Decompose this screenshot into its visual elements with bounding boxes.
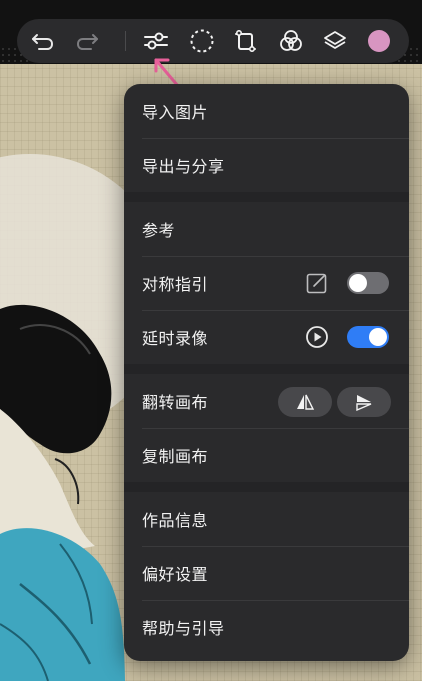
actions-menu: 导入图片 导出与分享 参考 对称指引 延时录像 翻转画布 复制画布 作品信息 偏… xyxy=(124,84,409,661)
toolbar-divider xyxy=(125,31,126,51)
menu-item-label: 偏好设置 xyxy=(142,565,209,584)
timelapse-record-toggle[interactable] xyxy=(347,326,389,348)
menu-group-divider xyxy=(124,192,409,202)
menu-item-label: 复制画布 xyxy=(142,447,209,466)
flip-horizontal-icon xyxy=(297,394,315,410)
menu-group-divider xyxy=(124,364,409,374)
blend-button[interactable] xyxy=(273,19,309,63)
menu-item-reference[interactable]: 参考 xyxy=(124,202,409,256)
menu-item-label: 导入图片 xyxy=(142,103,209,122)
menu-item-preferences[interactable]: 偏好设置 xyxy=(124,546,409,600)
layers-icon xyxy=(324,31,346,49)
redo-button[interactable] xyxy=(69,19,105,63)
menu-item-export-share[interactable]: 导出与分享 xyxy=(124,138,409,192)
flip-horizontal-button[interactable] xyxy=(278,387,332,417)
menu-item-symmetry-guide[interactable]: 对称指引 xyxy=(124,256,409,310)
color-swatch xyxy=(368,30,390,52)
play-icon[interactable] xyxy=(305,325,329,349)
adjust-sliders-icon xyxy=(144,32,168,50)
menu-item-label: 对称指引 xyxy=(142,275,209,294)
layers-button[interactable] xyxy=(317,19,353,63)
selection-lasso-icon xyxy=(190,29,214,53)
transform-button[interactable] xyxy=(228,19,264,63)
top-toolbar xyxy=(17,19,409,63)
menu-item-label: 导出与分享 xyxy=(142,157,225,176)
menu-group-divider xyxy=(124,482,409,492)
color-blend-icon xyxy=(280,30,302,51)
menu-item-label: 翻转画布 xyxy=(142,393,209,412)
menu-item-label: 作品信息 xyxy=(142,511,209,530)
menu-item-artwork-info[interactable]: 作品信息 xyxy=(124,492,409,546)
undo-button[interactable] xyxy=(25,19,61,63)
undo-icon xyxy=(32,34,54,50)
symmetry-guide-toggle[interactable] xyxy=(347,272,389,294)
menu-item-duplicate-canvas[interactable]: 复制画布 xyxy=(124,428,409,482)
flip-vertical-button[interactable] xyxy=(337,387,391,417)
menu-item-import-image[interactable]: 导入图片 xyxy=(124,84,409,138)
menu-item-label: 参考 xyxy=(142,221,176,240)
flip-vertical-icon xyxy=(356,395,372,411)
menu-item-timelapse-record[interactable]: 延时录像 xyxy=(124,310,409,364)
menu-item-flip-canvas: 翻转画布 xyxy=(124,374,409,428)
menu-item-label: 帮助与引导 xyxy=(142,619,225,638)
redo-icon xyxy=(76,34,98,50)
color-button[interactable] xyxy=(361,19,397,63)
transform-icon xyxy=(235,29,256,52)
menu-item-help-guide[interactable]: 帮助与引导 xyxy=(124,600,409,654)
edit-guide-icon[interactable] xyxy=(305,271,329,295)
menu-item-label: 延时录像 xyxy=(142,329,209,348)
